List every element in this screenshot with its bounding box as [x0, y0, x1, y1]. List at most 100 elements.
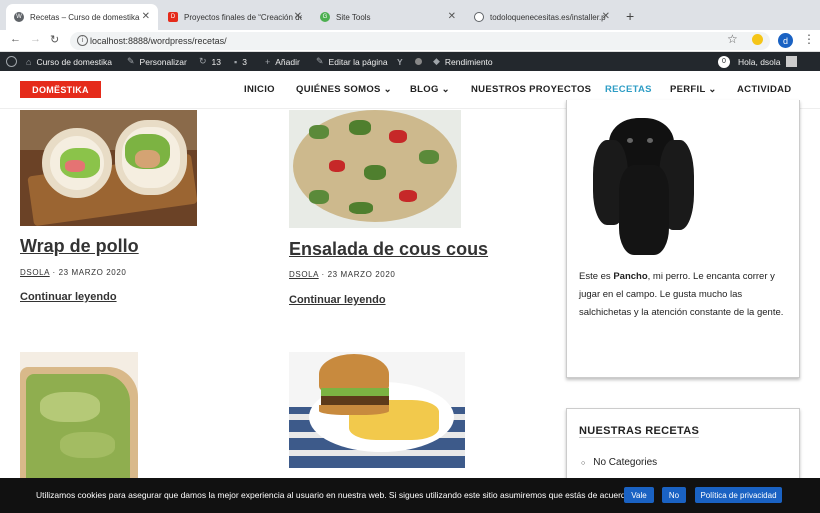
cookie-banner: Utilizamos cookies para asegurar que dam… [0, 478, 820, 513]
updates-count: 13 [211, 56, 222, 67]
info-icon[interactable]: i [77, 35, 88, 46]
privacy-policy-button[interactable]: Política de privacidad [695, 487, 782, 503]
adminbar-customize[interactable]: ✎ Personalizar [127, 52, 187, 71]
adminbar-performance[interactable]: ◆ Rendimiento [433, 52, 493, 71]
nav-actividad[interactable]: ACTIVIDAD [737, 84, 791, 95]
customize-label: Personalizar [139, 56, 187, 67]
adminbar-comments[interactable]: ▪ 3 [234, 52, 247, 71]
brush-icon: ✎ [127, 56, 135, 66]
read-more-link[interactable]: Continuar leyendo [20, 291, 117, 303]
address-bar[interactable]: i localhost:8888/wordpress/recetas/ [70, 32, 770, 50]
about-text-start: Este es [579, 271, 614, 282]
about-text: Este es Pancho, mi perro. Le encanta cor… [579, 268, 794, 322]
adminbar-site-link[interactable]: ⌂ Curso de domestika [26, 52, 112, 71]
post-thumbnail-avocado-toast[interactable] [20, 352, 138, 478]
dog-photo [579, 110, 719, 256]
post-date: 23 MARZO 2020 [327, 270, 396, 279]
comment-icon: ▪ [234, 56, 238, 67]
new-tab-icon[interactable]: + [626, 8, 634, 24]
adminbar-account[interactable]: Hola, dsola [738, 52, 797, 71]
browser-toolbar: ← → ↻ i localhost:8888/wordpress/recetas… [0, 30, 820, 52]
bullet-icon: ○ [581, 460, 586, 467]
tab-close-icon[interactable]: ✕ [602, 11, 610, 22]
notification-count: 0 [718, 55, 730, 68]
tab-title: Recetas – Curso de domestika [30, 12, 140, 22]
post-meta: DSOLA · 23 MARZO 2020 [289, 270, 396, 279]
comments-count: 3 [242, 56, 247, 67]
adminbar-edit-page[interactable]: ✎ Editar la página [316, 52, 388, 71]
nav-recetas[interactable]: RECETAS [605, 84, 652, 95]
pencil-icon: ✎ [316, 56, 324, 66]
nav-label: QUIÉNES SOMOS [296, 84, 381, 95]
tab-title: Proyectos finales de “Creación de [184, 12, 302, 22]
nav-blog[interactable]: BLOG ⌄ [410, 84, 450, 95]
adminbar-updates[interactable]: ↻ 13 [199, 52, 221, 71]
chevron-down-icon: ⌄ [383, 84, 392, 95]
adminbar-add-new[interactable]: + Añadir [265, 52, 300, 71]
greeting-label: Hola, dsola [738, 56, 781, 67]
site-logo[interactable]: DOMËSTIKA [20, 81, 101, 98]
edit-page-label: Editar la página [328, 56, 388, 67]
post-meta: DSOLA · 23 MARZO 2020 [20, 268, 127, 277]
tab-title: Site Tools [336, 12, 371, 22]
extension-icon[interactable] [752, 34, 763, 45]
widget-title: NUESTRAS RECETAS [579, 425, 700, 437]
cookie-accept-button[interactable]: Vale [624, 487, 654, 503]
post-thumbnail-wrap[interactable] [20, 110, 197, 226]
category-item: ○ No Categories [581, 457, 657, 468]
plus-icon: + [265, 56, 271, 67]
bookmark-star-icon[interactable]: ☆ [727, 32, 738, 46]
performance-label: Rendimiento [444, 56, 493, 67]
browser-tab-installer[interactable]: todoloquenecesitas.es/installer.p ✕ [466, 4, 618, 30]
dog-name: Pancho [613, 271, 648, 282]
profile-avatar[interactable]: d [778, 33, 793, 48]
post-title[interactable]: Wrap de pollo [20, 236, 139, 257]
add-new-label: Añadir [275, 56, 300, 67]
wp-admin-bar: ⌂ Curso de domestika ✎ Personalizar ↻ 13 ▪ 3… [0, 52, 820, 71]
yoast-icon[interactable]: Y [397, 52, 403, 71]
nav-label: BLOG [410, 84, 439, 95]
browser-tab-proyectos[interactable]: D Proyectos finales de “Creación de ✕ [160, 4, 310, 30]
chevron-down-icon: ⌄ [708, 84, 717, 95]
url-text: localhost:8888/wordpress/recetas/ [90, 36, 227, 46]
post-thumbnail-couscous[interactable] [289, 110, 461, 228]
nav-label: PERFIL [670, 84, 706, 95]
home-icon: ⌂ [26, 56, 32, 67]
adminbar-notifications[interactable]: 0 [718, 52, 730, 71]
cookie-decline-button[interactable]: No [662, 487, 686, 503]
browser-tab-strip: W Recetas – Curso de domestika ✕ D Proye… [0, 0, 820, 30]
browser-menu-icon[interactable]: ⋮ [803, 32, 815, 46]
status-dot-icon[interactable] [415, 52, 422, 71]
nav-nuestros-proyectos[interactable]: NUESTROS PROYECTOS [471, 84, 591, 95]
widget-title-underline [579, 437, 699, 438]
back-arrow-icon[interactable]: ← [10, 33, 21, 45]
nav-perfil[interactable]: PERFIL ⌄ [670, 84, 717, 95]
chevron-down-icon: ⌄ [441, 84, 450, 95]
browser-tab-recetas[interactable]: W Recetas – Curso de domestika ✕ [6, 4, 158, 30]
post-title[interactable]: Ensalada de cous cous [289, 239, 488, 260]
tab-close-icon[interactable]: ✕ [448, 11, 456, 22]
post-author[interactable]: DSOLA [20, 268, 50, 277]
forward-arrow-icon[interactable]: → [30, 33, 41, 45]
wordpress-logo-icon[interactable] [6, 52, 17, 71]
cookie-text: Utilizamos cookies para asegurar que dam… [36, 490, 633, 500]
about-widget: Este es Pancho, mi perro. Le encanta cor… [566, 100, 800, 378]
nav-quienes-somos[interactable]: QUIÉNES SOMOS ⌄ [296, 84, 392, 95]
reload-icon[interactable]: ↻ [50, 33, 59, 46]
performance-icon: ◆ [433, 56, 440, 66]
updates-icon: ↻ [199, 56, 207, 66]
nav-inicio[interactable]: INICIO [244, 84, 275, 95]
user-avatar [785, 56, 797, 67]
domestika-favicon-icon: D [168, 12, 178, 22]
post-date: 23 MARZO 2020 [58, 268, 127, 277]
browser-tab-site-tools[interactable]: G Site Tools ✕ [312, 4, 464, 30]
post-author[interactable]: DSOLA [289, 270, 319, 279]
tab-title: todoloquenecesitas.es/installer.p [490, 12, 606, 22]
post-thumbnail-burger[interactable] [289, 352, 465, 468]
tab-close-icon[interactable]: ✕ [142, 11, 150, 22]
read-more-link[interactable]: Continuar leyendo [289, 294, 386, 306]
globe-favicon-icon [474, 12, 484, 22]
tab-close-icon[interactable]: ✕ [294, 11, 302, 22]
site-tools-favicon-icon: G [320, 12, 330, 22]
category-label: No Categories [593, 457, 658, 468]
